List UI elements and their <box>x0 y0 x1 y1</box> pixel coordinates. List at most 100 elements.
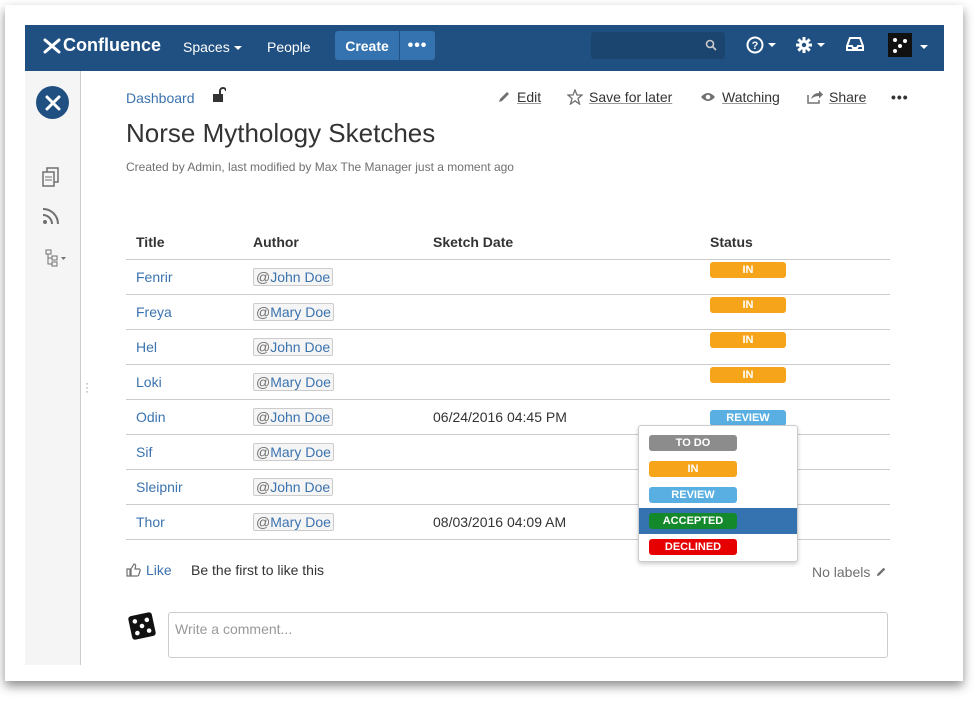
user-mention[interactable]: @John Doe <box>253 408 334 426</box>
status-option-review[interactable]: REVIEW <box>639 482 797 508</box>
title-link[interactable]: Freya <box>136 304 172 320</box>
user-mention[interactable]: @John Doe <box>253 478 334 496</box>
user-mention[interactable]: @Mary Doe <box>253 513 334 531</box>
space-logo[interactable] <box>36 86 69 119</box>
cell-author: @John Doe <box>243 329 423 365</box>
search-input[interactable] <box>591 32 725 59</box>
chevron-down-icon <box>233 46 242 51</box>
title-link[interactable]: Hel <box>136 339 157 355</box>
status-lozenge[interactable]: REVIEW <box>710 410 786 426</box>
pages-icon[interactable] <box>42 167 60 187</box>
cell-status: IN PROGRESS <box>700 364 890 400</box>
status-option-declined[interactable]: DECLINED <box>639 534 797 560</box>
status-option-lozenge: IN PROGRESS <box>649 461 737 491</box>
cell-sketch-date <box>423 364 700 400</box>
mention-name: Mary Doe <box>270 304 331 320</box>
breadcrumb-dashboard[interactable]: Dashboard <box>126 90 195 106</box>
at-symbol: @ <box>256 444 271 460</box>
status-lozenge[interactable]: IN PROGRESS <box>710 367 786 397</box>
inbox-icon <box>846 37 864 51</box>
status-lozenge[interactable]: IN PROGRESS <box>710 262 786 292</box>
cell-author: @Mary Doe <box>243 504 423 540</box>
spaces-menu[interactable]: Spaces <box>183 39 242 55</box>
labels-section[interactable]: No labels <box>812 564 887 580</box>
header-status: Status <box>700 225 890 260</box>
comment-input[interactable]: Write a comment... <box>168 612 888 658</box>
title-link[interactable]: Sif <box>136 444 152 460</box>
status-lozenge[interactable]: IN PROGRESS <box>710 332 786 362</box>
first-like-text: Be the first to like this <box>191 562 325 578</box>
page-byline: Created by Admin, last modified by Max T… <box>126 160 514 174</box>
page-title: Norse Mythology Sketches <box>126 118 436 148</box>
at-symbol: @ <box>256 269 271 285</box>
people-link[interactable]: People <box>267 39 311 55</box>
status-option-accepted[interactable]: ACCEPTED <box>639 508 797 534</box>
mention-name: Mary Doe <box>270 444 331 460</box>
help-menu[interactable]: ? <box>746 36 776 54</box>
header-author: Author <box>243 225 423 260</box>
notifications-button[interactable] <box>846 36 864 52</box>
logo-text: Confluence <box>63 35 162 55</box>
like-button[interactable]: Like <box>126 562 172 578</box>
cell-title: Freya <box>126 294 243 330</box>
cell-status: IN PROGRESS <box>700 329 890 365</box>
mention-name: John Doe <box>270 409 331 425</box>
chevron-down-icon <box>768 43 776 47</box>
title-link[interactable]: Loki <box>136 374 162 390</box>
cell-status: IN PROGRESS <box>700 294 890 330</box>
status-lozenge[interactable]: IN PROGRESS <box>710 297 786 327</box>
settings-menu[interactable] <box>795 36 825 54</box>
star-icon <box>567 89 583 105</box>
cell-title: Odin <box>126 399 243 435</box>
title-link[interactable]: Fenrir <box>136 269 173 285</box>
chevron-down-icon[interactable] <box>920 45 928 49</box>
edit-button[interactable]: Edit <box>497 89 541 105</box>
share-button[interactable]: Share <box>807 89 866 105</box>
title-link[interactable]: Odin <box>136 409 166 425</box>
pencil-icon <box>877 567 886 577</box>
table-row: Hel @John Doe IN PROGRESS <box>126 329 890 365</box>
table-row: Freya @Mary Doe IN PROGRESS <box>126 294 890 330</box>
cell-author: @John Doe <box>243 399 423 435</box>
confluence-x-icon <box>43 38 61 53</box>
chevron-down-icon <box>817 43 825 47</box>
user-mention[interactable]: @Mary Doe <box>253 303 334 321</box>
sidebar-drag-handle[interactable]: · · · <box>85 377 89 397</box>
dice-avatar-icon <box>888 33 912 57</box>
user-mention[interactable]: @John Doe <box>253 338 334 356</box>
confluence-logo[interactable]: Confluence <box>43 35 161 56</box>
spaces-label: Spaces <box>183 39 230 55</box>
create-button[interactable]: Create <box>335 31 399 60</box>
user-mention[interactable]: @Mary Doe <box>253 443 334 461</box>
cell-title: Loki <box>126 364 243 400</box>
status-option-to-do[interactable]: TO DO <box>639 430 797 456</box>
page-tree-icon <box>45 249 66 267</box>
at-symbol: @ <box>256 304 271 320</box>
cell-author: @Mary Doe <box>243 294 423 330</box>
user-mention[interactable]: @John Doe <box>253 268 334 286</box>
more-actions-button[interactable]: ••• <box>891 89 909 105</box>
user-mention[interactable]: @Mary Doe <box>253 373 334 391</box>
user-avatar[interactable] <box>888 33 912 57</box>
status-option-lozenge: REVIEW <box>649 487 737 503</box>
title-link[interactable]: Thor <box>136 514 165 530</box>
watching-button[interactable]: Watching <box>700 89 780 105</box>
unlock-icon[interactable] <box>212 87 226 103</box>
share-icon <box>807 90 823 104</box>
rss-icon[interactable] <box>42 207 60 225</box>
cell-status: IN PROGRESS <box>700 259 890 295</box>
like-label: Like <box>146 562 172 578</box>
title-link[interactable]: Sleipnir <box>136 479 183 495</box>
eye-icon <box>701 93 715 101</box>
mention-name: John Doe <box>270 479 331 495</box>
status-option-lozenge: TO DO <box>649 435 737 451</box>
save-for-later-button[interactable]: Save for later <box>567 89 672 105</box>
share-label: Share <box>829 89 867 105</box>
mention-name: Mary Doe <box>270 374 331 390</box>
cell-title: Sif <box>126 434 243 470</box>
status-option-in-progress[interactable]: IN PROGRESS <box>639 456 797 491</box>
page-tree-menu[interactable] <box>45 249 67 272</box>
at-symbol: @ <box>256 479 271 495</box>
create-more-button[interactable]: ••• <box>400 31 435 60</box>
watching-label: Watching <box>722 89 780 105</box>
